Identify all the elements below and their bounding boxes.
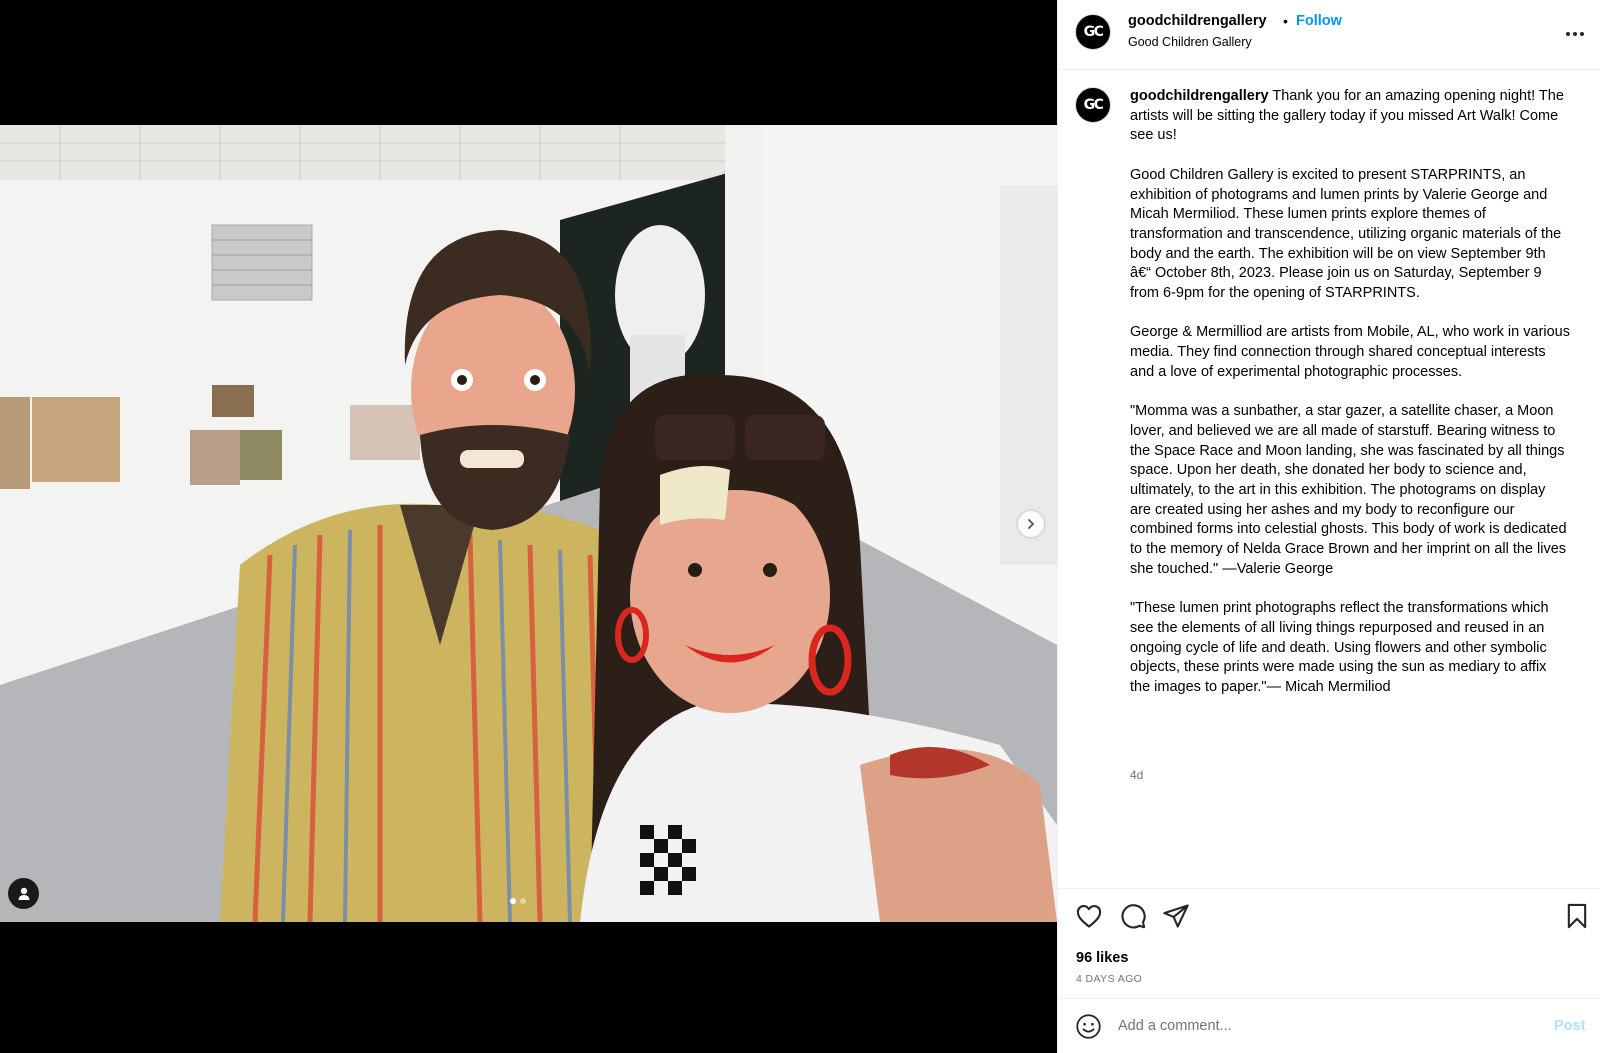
- post-photo[interactable]: [0, 125, 1057, 922]
- comment-bubble-icon[interactable]: [1119, 902, 1147, 930]
- follow-button[interactable]: Follow: [1296, 13, 1342, 29]
- post-date[interactable]: 4 DAYS AGO: [1076, 973, 1142, 985]
- paper-plane-icon[interactable]: [1162, 902, 1190, 930]
- caption-avatar[interactable]: GC: [1075, 87, 1111, 123]
- header-username[interactable]: goodchildrengallery: [1128, 13, 1267, 29]
- post-photo-illustration: [0, 125, 1057, 922]
- bookmark-icon[interactable]: [1563, 902, 1591, 930]
- post-actions: 96 likes 4 DAYS AGO: [1058, 888, 1600, 998]
- caption-username[interactable]: goodchildrengallery: [1130, 88, 1269, 104]
- heart-icon[interactable]: [1075, 902, 1103, 930]
- more-options-button[interactable]: [1563, 22, 1587, 46]
- avatar[interactable]: GC: [1075, 14, 1111, 50]
- more-horizontal-icon: [1566, 32, 1584, 36]
- carousel-next-button[interactable]: [1018, 511, 1044, 537]
- emoji-smile-icon[interactable]: [1075, 1013, 1102, 1040]
- carousel-dot-active: [510, 898, 516, 904]
- post-side-panel: GC goodchildrengallery • Follow Good Chi…: [1057, 0, 1600, 1053]
- caption-text: Thank you for an amazing opening night! …: [1130, 88, 1570, 696]
- chevron-right-icon: [1028, 519, 1035, 529]
- comment-input[interactable]: [1118, 1013, 1518, 1039]
- post-header: GC goodchildrengallery • Follow Good Chi…: [1058, 0, 1600, 70]
- user-tag-icon: [18, 887, 29, 900]
- header-separator: •: [1283, 13, 1288, 29]
- header-location[interactable]: Good Children Gallery: [1128, 35, 1252, 49]
- caption: goodchildrengallery Thank you for an ama…: [1130, 87, 1570, 698]
- post-comment-button[interactable]: Post: [1554, 1018, 1585, 1034]
- caption-timestamp[interactable]: 4d: [1130, 768, 1143, 782]
- likes-count[interactable]: 96 likes: [1076, 950, 1128, 966]
- comment-bar: Post: [1058, 998, 1600, 1053]
- carousel-indicator: [510, 898, 526, 904]
- carousel-dot: [520, 898, 526, 904]
- post-media-panel: [0, 0, 1057, 1053]
- tagged-users-button[interactable]: [8, 878, 39, 909]
- caption-section: GC goodchildrengallery Thank you for an …: [1058, 70, 1600, 888]
